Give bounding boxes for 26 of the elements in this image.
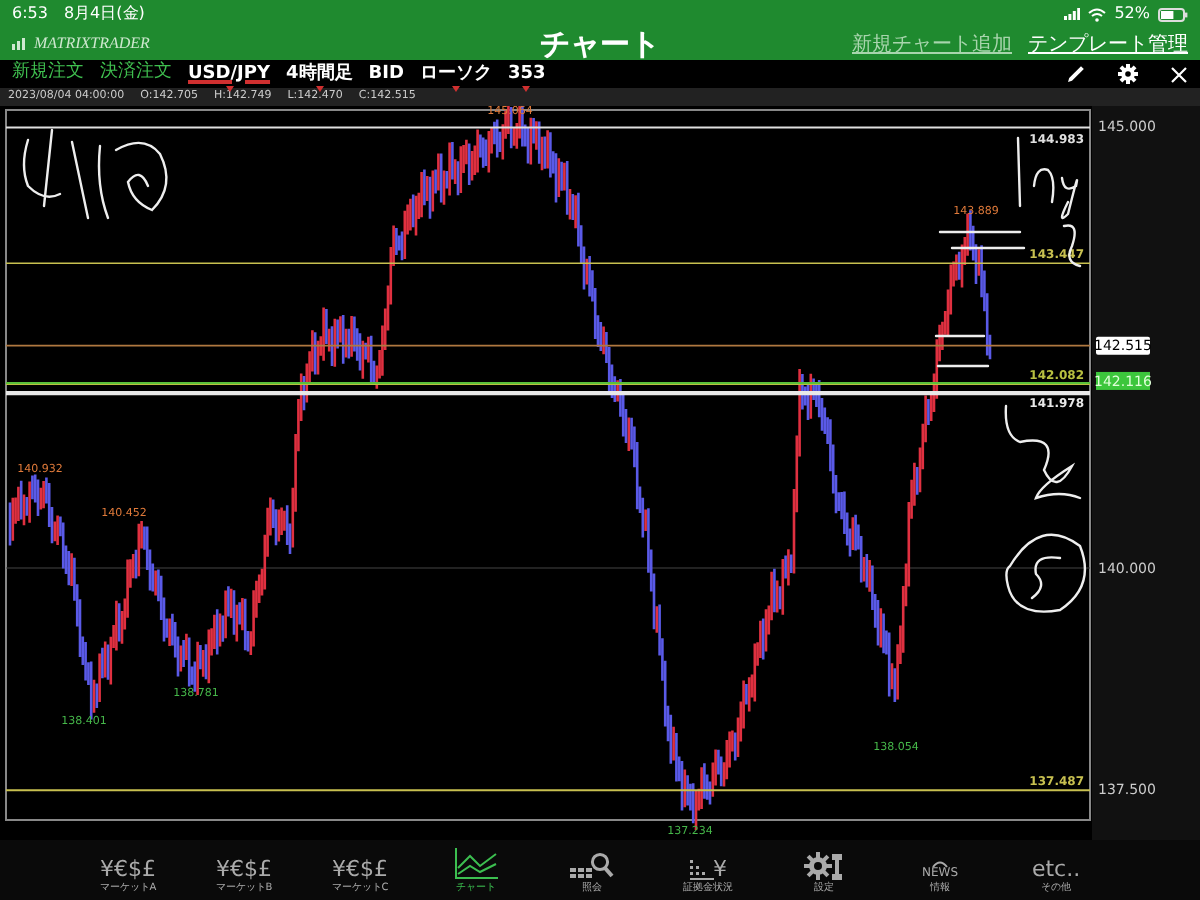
bar-dots-icon[interactable] (689, 855, 713, 879)
order-link[interactable]: 新規注文 (12, 60, 84, 88)
wifi-icon (1088, 7, 1107, 21)
header-link[interactable]: テンプレート管理 (1028, 29, 1188, 59)
tab-icon-text: ¥€$£ (100, 857, 156, 879)
battery-percent: 52% (1114, 2, 1150, 26)
app-logo: MATRIXTRADER (34, 32, 150, 56)
search-icon[interactable] (570, 851, 614, 879)
signal-arc-icon[interactable] (932, 859, 948, 867)
tab-icon-text: etc.. (1031, 857, 1081, 879)
selector-dropdown[interactable]: BID (368, 63, 404, 91)
page-title: チャート (540, 28, 660, 60)
battery-icon (1158, 7, 1188, 21)
tab-icon-text: ¥€$£ (332, 857, 388, 879)
close-icon[interactable] (1170, 65, 1188, 83)
gear-wrench-icon[interactable] (804, 851, 844, 879)
status-date: 8月4日(金) (63, 2, 145, 26)
status-time: 6:53 (12, 2, 48, 26)
tab-icon-text: ¥ (713, 857, 727, 879)
signal-icon (1064, 8, 1081, 20)
order-link[interactable]: 決済注文 (100, 60, 172, 88)
pencil-icon[interactable] (1066, 64, 1086, 84)
logo-icon (12, 38, 26, 50)
settings-icon[interactable] (1118, 64, 1138, 84)
tab-icon-text: ¥€$£ (216, 857, 272, 879)
line-chart-icon[interactable] (454, 847, 498, 879)
